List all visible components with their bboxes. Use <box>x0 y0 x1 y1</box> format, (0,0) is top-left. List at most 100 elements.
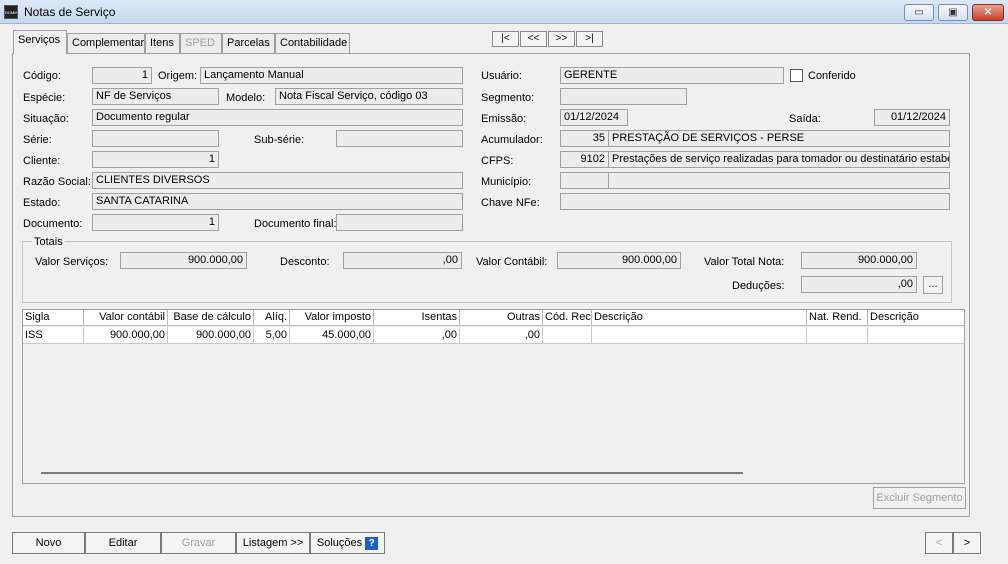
usuario-label: Usuário: <box>481 70 522 82</box>
conferido-label: Conferido <box>808 70 856 82</box>
cfps-label: CFPS: <box>481 155 514 167</box>
column-header-aliquota[interactable]: Alíq. <box>254 310 290 326</box>
column-header-sigla[interactable]: Sigla <box>23 310 84 326</box>
documento-field[interactable]: 1 <box>92 214 219 231</box>
nav-last-button[interactable]: >| <box>576 31 603 47</box>
especie-field[interactable]: NF de Serviços <box>92 88 219 105</box>
horizontal-scrollbar[interactable] <box>41 472 743 474</box>
novo-button[interactable]: Novo <box>12 532 85 554</box>
razao-social-field[interactable]: CLIENTES DIVERSOS <box>92 172 463 189</box>
app-icon: DOMINIO <box>4 5 18 19</box>
valor-servicos-field[interactable]: 900.000,00 <box>120 252 247 269</box>
cell-outras[interactable]: ,00 <box>460 327 543 344</box>
especie-label: Espécie: <box>23 92 66 104</box>
column-header-cod-rec[interactable]: Cód. Rec. <box>543 310 592 326</box>
cell-aliquota[interactable]: 5,00 <box>254 327 290 344</box>
cell-base-calculo[interactable]: 900.000,00 <box>168 327 254 344</box>
modelo-label: Modelo: <box>226 92 266 104</box>
valor-contabil-label: Valor Contábil: <box>476 256 548 268</box>
cell-isentas[interactable]: ,00 <box>374 327 460 344</box>
acumulador-label: Acumulador: <box>481 134 543 146</box>
deducoes-button[interactable]: ... <box>923 276 943 294</box>
origem-label: Origem: <box>158 70 198 82</box>
tab-sped[interactable]: SPED <box>180 33 222 53</box>
minimize-button[interactable]: ▭ <box>904 4 934 21</box>
municipio-desc-field[interactable] <box>608 172 950 189</box>
solucoes-button[interactable]: Soluções? <box>310 532 385 554</box>
column-header-valor-imposto[interactable]: Valor imposto <box>290 310 374 326</box>
emissao-field[interactable]: 01/12/2024 <box>560 109 628 126</box>
conferido-checkbox[interactable] <box>790 69 803 82</box>
column-header-valor-contabil[interactable]: Valor contábil <box>84 310 168 326</box>
cfps-desc-field[interactable]: Prestações de serviço realizadas para to… <box>608 151 950 168</box>
cfps-code-field[interactable]: 9102 <box>560 151 609 168</box>
modelo-field[interactable]: Nota Fiscal Serviço, código 03 <box>275 88 463 105</box>
desconto-label: Desconto: <box>280 256 330 268</box>
acumulador-code-field[interactable]: 35 <box>560 130 609 147</box>
title-bar: DOMINIO Notas de Serviço ▭ ▣ ✕ <box>0 0 1008 24</box>
cliente-label: Cliente: <box>23 155 61 167</box>
usuario-field[interactable]: GERENTE <box>560 67 784 84</box>
deducoes-field[interactable]: ,00 <box>801 276 917 293</box>
help-icon: ? <box>365 536 379 550</box>
segmento-field[interactable] <box>560 88 687 105</box>
cell-valor-imposto[interactable]: 45.000,00 <box>290 327 374 344</box>
saida-field[interactable]: 01/12/2024 <box>874 109 950 126</box>
tab-complementar[interactable]: Complementar <box>67 33 145 53</box>
tab-contabilidade[interactable]: Contabilidade <box>275 33 350 53</box>
listagem-button[interactable]: Listagem >> <box>236 532 310 554</box>
cell-descricao[interactable] <box>592 327 807 344</box>
situacao-field[interactable]: Documento regular <box>92 109 463 126</box>
nav-next-button[interactable]: >> <box>548 31 575 47</box>
subserie-field[interactable] <box>336 130 463 147</box>
documento-final-field[interactable] <box>336 214 463 231</box>
deducoes-label: Deduções: <box>732 280 785 292</box>
documento-final-label: Documento final: <box>254 218 337 230</box>
column-header-base-calculo[interactable]: Base de cálculo <box>168 310 254 326</box>
subserie-label: Sub-série: <box>254 134 305 146</box>
column-header-nat-rend[interactable]: Nat. Rend. <box>807 310 868 326</box>
municipio-code-field[interactable] <box>560 172 609 189</box>
municipio-label: Município: <box>481 176 532 188</box>
serie-field[interactable] <box>92 130 219 147</box>
valor-contabil-field[interactable]: 900.000,00 <box>557 252 681 269</box>
acumulador-desc-field[interactable]: PRESTAÇÃO DE SERVIÇOS - PERSE <box>608 130 950 147</box>
tax-grid[interactable]: Sigla Valor contábil Base de cálculo Alí… <box>22 309 965 484</box>
cell-nat-rend[interactable] <box>807 327 868 344</box>
chave-nfe-field[interactable] <box>560 193 950 210</box>
column-header-descricao[interactable]: Descrição <box>592 310 807 326</box>
editar-button[interactable]: Editar <box>85 532 161 554</box>
valor-total-nota-label: Valor Total Nota: <box>704 256 785 268</box>
emissao-label: Emissão: <box>481 113 527 125</box>
column-header-descricao-2[interactable]: Descrição <box>868 310 964 326</box>
tab-itens[interactable]: Itens <box>145 33 180 53</box>
column-header-isentas[interactable]: Isentas <box>374 310 460 326</box>
situacao-label: Situação: <box>23 113 69 125</box>
tab-parcelas[interactable]: Parcelas <box>222 33 275 53</box>
gravar-button[interactable]: Gravar <box>161 532 236 554</box>
desconto-field[interactable]: ,00 <box>343 252 462 269</box>
cell-sigla[interactable]: ISS <box>23 327 84 344</box>
next-button[interactable]: > <box>953 532 981 554</box>
nav-first-button[interactable]: |< <box>492 31 519 47</box>
saida-label: Saída: <box>789 113 821 125</box>
solucoes-label: Soluções <box>316 537 363 549</box>
cell-cod-rec[interactable] <box>543 327 592 344</box>
cell-descricao-2[interactable] <box>868 327 964 344</box>
origem-field[interactable]: Lançamento Manual <box>200 67 463 84</box>
maximize-button[interactable]: ▣ <box>938 4 968 21</box>
chave-nfe-label: Chave NFe: <box>481 197 540 209</box>
cliente-field[interactable]: 1 <box>92 151 219 168</box>
close-button[interactable]: ✕ <box>972 4 1004 21</box>
valor-total-nota-field[interactable]: 900.000,00 <box>801 252 917 269</box>
nav-prev-button[interactable]: << <box>520 31 547 47</box>
column-header-outras[interactable]: Outras <box>460 310 543 326</box>
codigo-field[interactable]: 1 <box>92 67 152 84</box>
previous-button[interactable]: < <box>925 532 953 554</box>
estado-field[interactable]: SANTA CATARINA <box>92 193 463 210</box>
serie-label: Série: <box>23 134 52 146</box>
razao-social-label: Razão Social: <box>23 176 91 188</box>
excluir-segmento-button[interactable]: Excluir Segmento <box>873 487 966 509</box>
cell-valor-contabil[interactable]: 900.000,00 <box>84 327 168 344</box>
tab-servicos[interactable]: Serviços <box>13 30 67 54</box>
